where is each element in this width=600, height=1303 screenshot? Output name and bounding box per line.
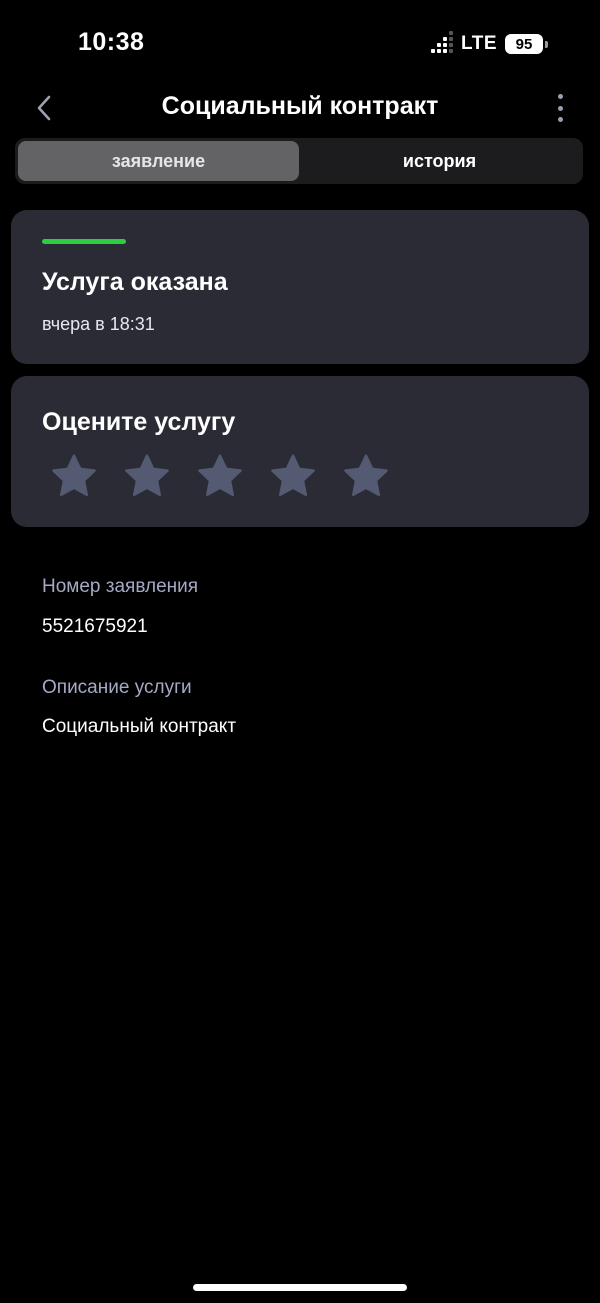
rating-card: Оцените услугу [11, 376, 589, 527]
star-icon-4[interactable] [268, 452, 318, 500]
star-rating [49, 452, 391, 500]
status-card: Услуга оказана вчера в 18:31 [11, 210, 589, 364]
screen: 10:38 LTE 95 Социальный контракт заявлен… [0, 0, 600, 1303]
battery-level: 95 [505, 34, 543, 54]
star-icon-5[interactable] [341, 452, 391, 500]
star-icon-1[interactable] [49, 452, 99, 500]
header: Социальный контракт [0, 88, 600, 128]
application-number-value: 5521675921 [42, 616, 148, 637]
application-number-label: Номер заявления [42, 576, 199, 597]
status-indicator-bar [42, 239, 126, 244]
more-vertical-icon [557, 94, 563, 99]
page-title: Социальный контракт [161, 92, 439, 120]
network-type: LTE [461, 33, 497, 54]
tabs: заявление история [15, 138, 583, 184]
status-time: 10:38 [78, 28, 145, 56]
status-title: Услуга оказана [42, 268, 228, 296]
rating-title: Оцените услугу [42, 408, 236, 436]
service-description-value: Социальный контракт [42, 716, 237, 737]
tab-history[interactable]: история [299, 141, 580, 181]
more-button[interactable] [552, 94, 568, 122]
service-description-label: Описание услуги [42, 677, 192, 698]
status-indicators: LTE 95 [431, 31, 548, 55]
status-timestamp: вчера в 18:31 [42, 314, 155, 334]
signal-icon [431, 31, 454, 53]
home-indicator[interactable] [193, 1284, 407, 1291]
star-icon-3[interactable] [195, 452, 245, 500]
tab-application[interactable]: заявление [18, 141, 299, 181]
battery-icon: 95 [505, 34, 548, 54]
star-icon-2[interactable] [122, 452, 172, 500]
status-bar: 10:38 LTE 95 [0, 0, 600, 88]
